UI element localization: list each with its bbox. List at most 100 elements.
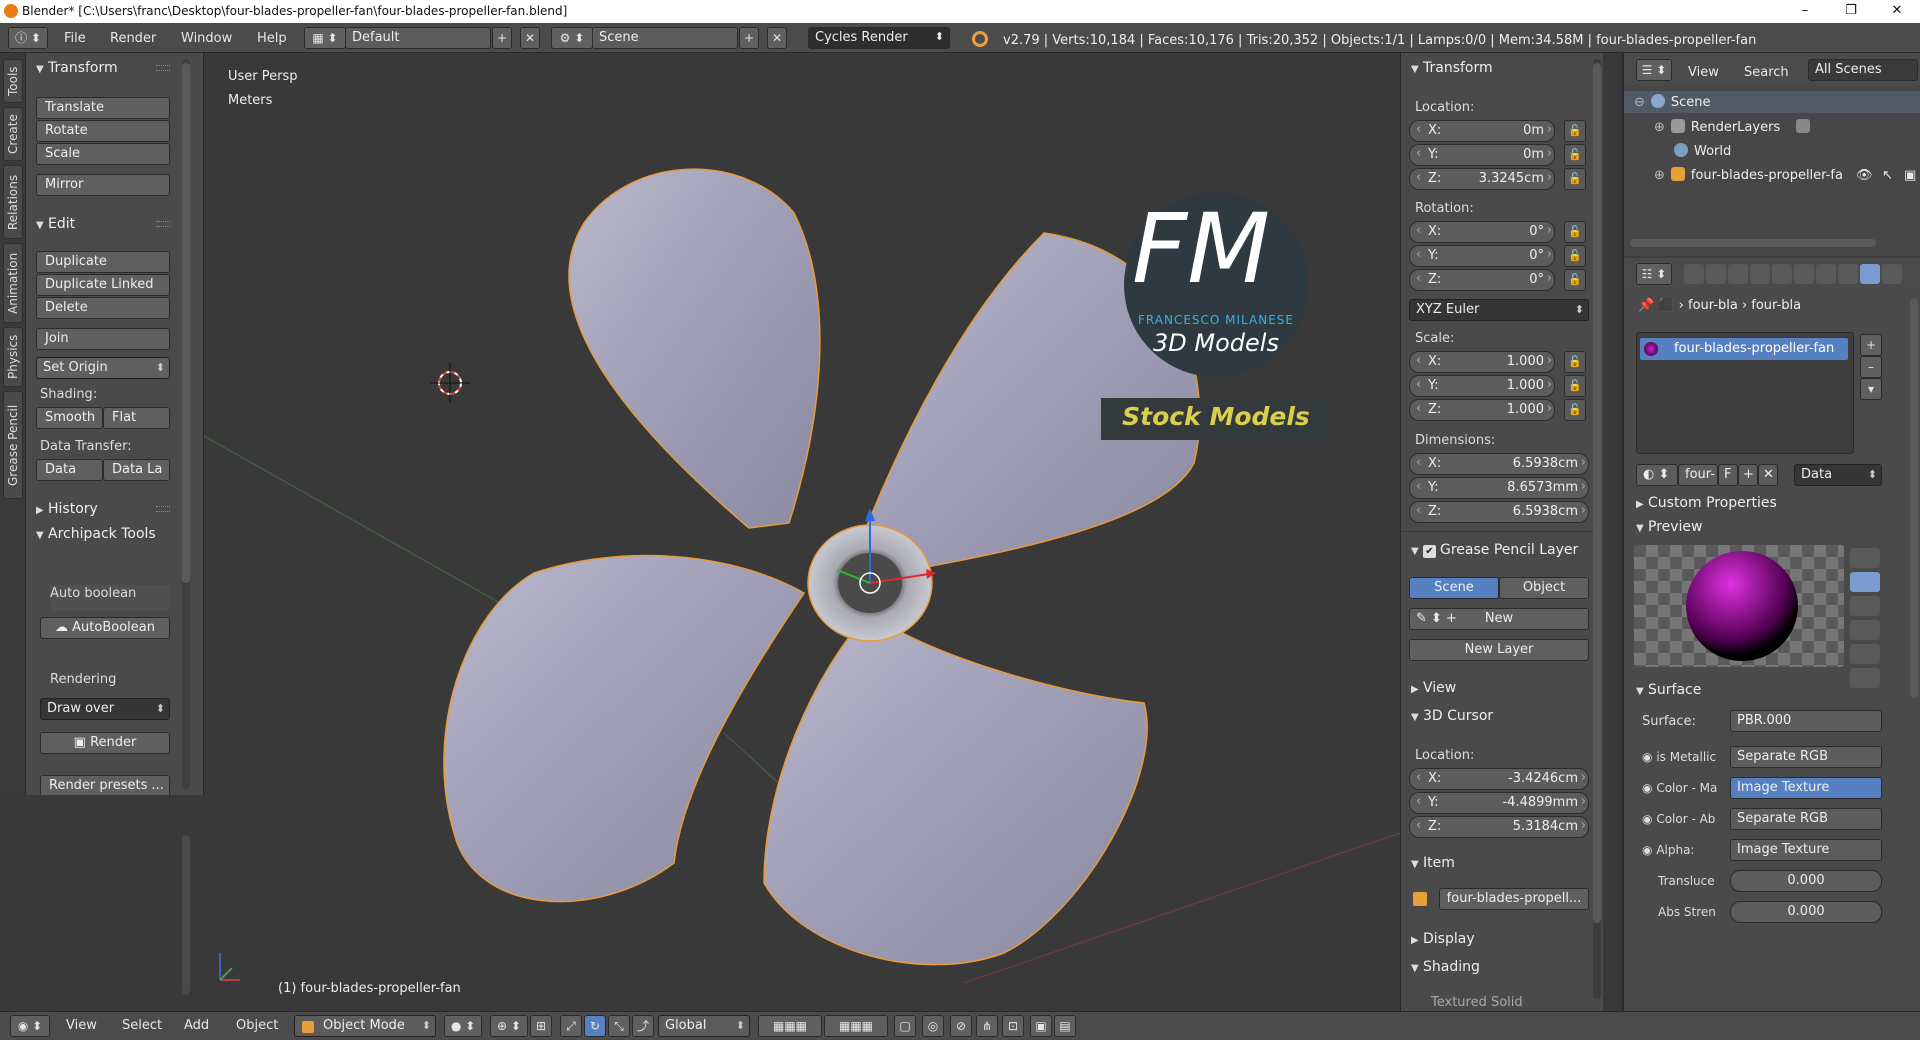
constraints-tab-icon[interactable] — [1794, 264, 1814, 284]
lock-icon[interactable]: 🔓 — [1564, 168, 1586, 190]
translate-manipulator-icon[interactable]: ⤢ — [560, 1015, 582, 1037]
material-slot-item[interactable]: four-blades-propeller-fan — [1640, 338, 1848, 360]
smooth-button[interactable]: Smooth — [36, 407, 103, 429]
rotation-y-field[interactable]: Y: 0° — [1409, 245, 1555, 267]
material-tab-icon[interactable] — [1860, 264, 1880, 284]
autoboolean-button[interactable]: ☁ AutoBoolean — [40, 617, 170, 639]
join-button[interactable]: Join — [36, 328, 170, 350]
menu-object[interactable]: Object — [236, 1018, 278, 1033]
outliner-item-renderlayers[interactable]: ⊕ RenderLayers — [1654, 119, 1816, 135]
dimension-z-field[interactable]: Z: 6.5938cm — [1409, 501, 1589, 523]
lock-icon[interactable]: 🔓 — [1564, 120, 1586, 142]
cursor-y-field[interactable]: Y: -4.4899mm — [1409, 792, 1589, 814]
render-camera-icon[interactable]: ▣ — [1904, 168, 1916, 183]
gp-object-toggle[interactable]: Object — [1499, 577, 1589, 599]
render-tab-icon[interactable] — [1684, 264, 1704, 284]
item-panel-header[interactable]: ▼ Item — [1407, 852, 1587, 874]
close-button[interactable]: ✕ — [1874, 0, 1920, 23]
lock-layers-icon[interactable]: ▢ — [894, 1015, 916, 1037]
properties-scrollbar[interactable] — [1910, 298, 1918, 698]
snap-magnet-icon[interactable]: ⊘ — [950, 1015, 972, 1037]
lock-icon[interactable]: 🔓 — [1564, 221, 1586, 243]
material-name-field[interactable]: four-b — [1678, 464, 1718, 486]
rotate-manipulator-icon[interactable]: ↻ — [584, 1015, 606, 1037]
minimize-button[interactable]: – — [1782, 0, 1828, 23]
tab-relations[interactable]: Relations — [3, 165, 23, 239]
lock-icon[interactable]: 🔓 — [1564, 351, 1586, 373]
remove-scene-icon[interactable]: ✕ — [767, 27, 787, 49]
shading-panel-header[interactable]: ▼ Shading — [1407, 956, 1587, 978]
manipulator-extra-icon[interactable]: ⤴ — [632, 1015, 654, 1037]
surface-panel-header[interactable]: ▼ Surface — [1632, 679, 1882, 701]
opengl-anim-icon[interactable]: ▤ — [1054, 1015, 1076, 1037]
socket-link-field[interactable]: Image Texture — [1730, 777, 1882, 799]
menu-render[interactable]: Render — [110, 31, 156, 46]
socket-icon[interactable]: ◉ — [1642, 843, 1652, 857]
preview-flat-icon[interactable] — [1850, 548, 1880, 568]
proportional-edit-icon[interactable]: ◎ — [922, 1015, 944, 1037]
draw-over-dropdown[interactable]: Draw over — [40, 698, 170, 720]
outliner-item-world[interactable]: World — [1674, 143, 1731, 159]
snap-target-icon[interactable]: ⊡ — [1002, 1015, 1024, 1037]
scale-button[interactable]: Scale — [36, 143, 170, 165]
layers-grid-icon[interactable]: ▦▦▦ — [758, 1015, 822, 1037]
rotation-z-field[interactable]: Z: 0° — [1409, 269, 1555, 291]
preview-header[interactable]: ▼ Preview — [1632, 516, 1882, 538]
viewport-left-scrollbar[interactable] — [182, 835, 190, 995]
editor-type-3d-icon[interactable]: ◉ ⬍ — [10, 1015, 50, 1037]
grease-pencil-layer-header[interactable]: ▼ ✔ Grease Pencil Layer — [1407, 539, 1597, 561]
socket-icon[interactable]: ◉ — [1642, 750, 1652, 764]
tool-shelf-scrollbar[interactable] — [182, 63, 190, 583]
view-panel-header[interactable]: ▶ View — [1407, 677, 1587, 699]
socket-link-field[interactable]: Separate RGB — [1730, 808, 1882, 830]
location-z-field[interactable]: Z: 3.3245cm — [1409, 168, 1555, 190]
lock-icon[interactable]: 🔓 — [1564, 245, 1586, 267]
pin-icon[interactable]: 📌 — [1638, 298, 1654, 313]
n-panel-scrollbar[interactable] — [1593, 63, 1601, 923]
socket-link-field[interactable]: Separate RGB — [1730, 746, 1882, 768]
menu-help[interactable]: Help — [257, 31, 287, 46]
outliner-search-menu[interactable]: Search — [1744, 65, 1789, 80]
cursor-x-field[interactable]: X: -3.4246cm — [1409, 768, 1589, 790]
tab-animation[interactable]: Animation — [3, 243, 23, 323]
panel-grip-icon[interactable] — [156, 65, 170, 71]
item-name-field[interactable]: four-blades-propell... — [1439, 888, 1589, 910]
scene-icon[interactable]: ⚙ ⬍ — [551, 27, 593, 49]
socket-icon[interactable]: ◉ — [1642, 812, 1652, 826]
outliner-filter-dropdown[interactable]: All Scenes — [1808, 59, 1918, 81]
menu-view[interactable]: View — [66, 1018, 97, 1033]
maximize-button[interactable]: ❐ — [1828, 0, 1874, 23]
scale-x-field[interactable]: X: 1.000 — [1409, 351, 1555, 373]
remove-layout-icon[interactable]: ✕ — [520, 27, 540, 49]
location-x-field[interactable]: X: 0m — [1409, 120, 1555, 142]
scene-tab-icon[interactable] — [1728, 264, 1748, 284]
dimension-y-field[interactable]: Y: 8.6573mm — [1409, 477, 1589, 499]
scale-z-field[interactable]: Z: 1.000 — [1409, 399, 1555, 421]
outliner-item-scene[interactable]: ⊖ Scene — [1634, 94, 1711, 110]
visibility-eye-icon[interactable]: 👁 — [1856, 168, 1873, 183]
menu-select[interactable]: Select — [122, 1018, 162, 1033]
data-layout-button[interactable]: Data La — [103, 459, 170, 481]
editor-type-info-icon[interactable]: ⓘ ⬍ — [8, 27, 48, 49]
screen-layout-field[interactable]: Default — [345, 27, 491, 49]
selectable-cursor-icon[interactable]: ↖ — [1882, 168, 1893, 183]
tab-tools[interactable]: Tools — [3, 59, 23, 103]
lock-icon[interactable]: 🔓 — [1564, 375, 1586, 397]
menu-file[interactable]: File — [64, 31, 86, 46]
unlink-material-icon[interactable]: ✕ — [1758, 464, 1778, 486]
material-browse-icon[interactable]: ◐ ⬍ — [1636, 464, 1678, 486]
tab-grease-pencil[interactable]: Grease Pencil — [3, 391, 23, 499]
rotation-x-field[interactable]: X: 0° — [1409, 221, 1555, 243]
checkbox-icon[interactable]: ✔ — [1423, 545, 1436, 558]
delete-button[interactable]: Delete — [36, 297, 170, 319]
render-engine-dropdown[interactable]: Cycles Render ⬍ — [808, 27, 950, 49]
opengl-render-icon[interactable]: ▣ — [1030, 1015, 1052, 1037]
rotate-button[interactable]: Rotate — [36, 120, 170, 142]
duplicate-button[interactable]: Duplicate — [36, 251, 170, 273]
cursor-z-field[interactable]: Z: 5.3184cm — [1409, 816, 1589, 838]
socket-icon[interactable]: ◉ — [1642, 781, 1652, 795]
outliner-view-menu[interactable]: View — [1688, 65, 1719, 80]
3d-cursor-icon[interactable] — [430, 363, 470, 403]
viewport-shading-icon[interactable]: ● ⬍ — [444, 1015, 482, 1037]
panel-grip-icon[interactable] — [156, 506, 170, 512]
